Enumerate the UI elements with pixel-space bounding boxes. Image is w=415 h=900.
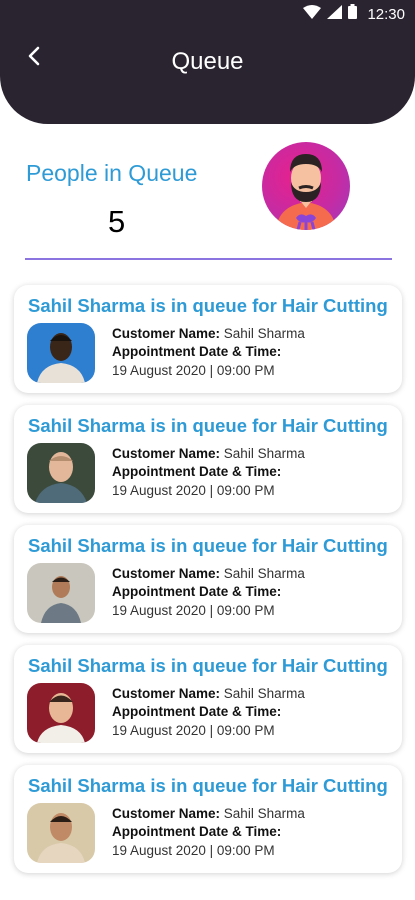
customer-photo bbox=[27, 683, 95, 743]
queue-card[interactable]: Sahil Sharma is in queue for Hair Cuttin… bbox=[14, 525, 402, 633]
queue-list: Sahil Sharma is in queue for Hair Cuttin… bbox=[14, 285, 404, 885]
customer-name-label: Customer Name: bbox=[112, 326, 221, 341]
queue-card-title: Sahil Sharma is in queue for Hair Cuttin… bbox=[28, 415, 388, 436]
queue-card[interactable]: Sahil Sharma is in queue for Hair Cuttin… bbox=[14, 645, 402, 753]
customer-photo bbox=[27, 323, 95, 383]
cellular-signal-icon bbox=[327, 4, 343, 24]
customer-name-value: Sahil Sharma bbox=[223, 686, 305, 701]
customer-photo bbox=[27, 803, 95, 863]
customer-name-value: Sahil Sharma bbox=[223, 806, 305, 821]
barber-avatar bbox=[262, 142, 350, 230]
customer-name-label: Customer Name: bbox=[112, 806, 221, 821]
appointment-value: 19 August 2020 | 09:00 PM bbox=[112, 722, 275, 738]
queue-card-info: Customer Name: Sahil Sharma Appointment … bbox=[112, 805, 305, 860]
queue-summary: People in Queue 5 bbox=[26, 160, 226, 239]
status-bar: 12:30 bbox=[303, 4, 405, 24]
appointment-label: Appointment Date & Time: bbox=[112, 584, 282, 600]
appointment-value: 19 August 2020 | 09:00 PM bbox=[112, 842, 275, 858]
wifi-icon bbox=[303, 4, 322, 24]
appointment-label: Appointment Date & Time: bbox=[112, 464, 282, 480]
queue-card[interactable]: Sahil Sharma is in queue for Hair Cuttin… bbox=[14, 405, 402, 513]
customer-photo bbox=[27, 443, 95, 503]
queue-card-title: Sahil Sharma is in queue for Hair Cuttin… bbox=[28, 535, 388, 556]
status-time: 12:30 bbox=[367, 5, 405, 23]
customer-name-label: Customer Name: bbox=[112, 686, 221, 701]
battery-icon bbox=[348, 4, 358, 24]
divider bbox=[25, 258, 392, 260]
appointment-value: 19 August 2020 | 09:00 PM bbox=[112, 482, 275, 498]
queue-card-info: Customer Name: Sahil Sharma Appointment … bbox=[112, 445, 305, 500]
appointment-label: Appointment Date & Time: bbox=[112, 824, 282, 840]
queue-card-title: Sahil Sharma is in queue for Hair Cuttin… bbox=[28, 775, 388, 796]
app-header: 12:30 Queue bbox=[0, 0, 415, 124]
queue-card[interactable]: Sahil Sharma is in queue for Hair Cuttin… bbox=[14, 765, 402, 873]
queue-count: 5 bbox=[108, 204, 126, 239]
queue-card[interactable]: Sahil Sharma is in queue for Hair Cuttin… bbox=[14, 285, 402, 393]
customer-name-label: Customer Name: bbox=[112, 566, 221, 581]
customer-name-value: Sahil Sharma bbox=[223, 566, 305, 581]
customer-photo bbox=[27, 563, 95, 623]
queue-card-title: Sahil Sharma is in queue for Hair Cuttin… bbox=[28, 655, 388, 676]
appointment-value: 19 August 2020 | 09:00 PM bbox=[112, 362, 275, 378]
customer-name-label: Customer Name: bbox=[112, 446, 221, 461]
queue-card-info: Customer Name: Sahil Sharma Appointment … bbox=[112, 685, 305, 740]
queue-card-info: Customer Name: Sahil Sharma Appointment … bbox=[112, 565, 305, 620]
appointment-label: Appointment Date & Time: bbox=[112, 344, 282, 360]
queue-card-info: Customer Name: Sahil Sharma Appointment … bbox=[112, 325, 305, 380]
appointment-label: Appointment Date & Time: bbox=[112, 704, 282, 720]
appointment-value: 19 August 2020 | 09:00 PM bbox=[112, 602, 275, 618]
customer-name-value: Sahil Sharma bbox=[223, 326, 305, 341]
customer-name-value: Sahil Sharma bbox=[223, 446, 305, 461]
queue-card-title: Sahil Sharma is in queue for Hair Cuttin… bbox=[28, 295, 388, 316]
page-title: Queue bbox=[171, 48, 244, 75]
people-in-queue-label: People in Queue bbox=[26, 160, 198, 186]
